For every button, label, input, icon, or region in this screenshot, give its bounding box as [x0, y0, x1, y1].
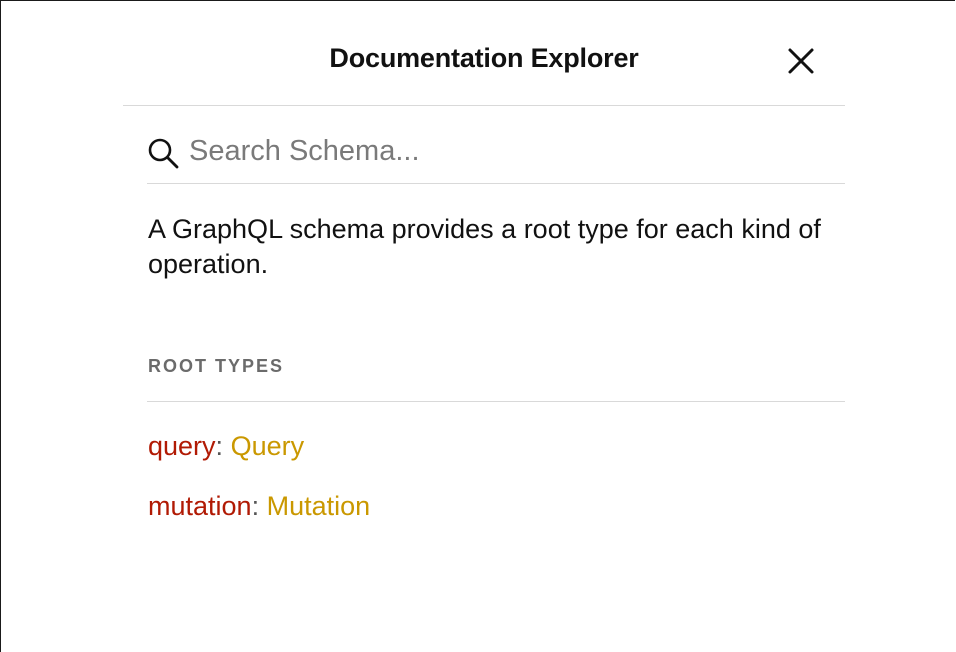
- schema-description: A GraphQL schema provides a root type fo…: [148, 214, 821, 279]
- field-separator: :: [251, 491, 267, 521]
- root-type-query: query: Query: [148, 430, 304, 462]
- doc-explorer-panel: Documentation Explorer A GraphQL schema …: [0, 0, 955, 652]
- doc-explorer-header: Documentation Explorer: [123, 1, 845, 106]
- search-bar: [147, 106, 845, 184]
- type-name-link[interactable]: Query: [231, 431, 305, 461]
- root-type-mutation: mutation: Mutation: [148, 490, 370, 522]
- root-types-heading: ROOT TYPES: [148, 356, 285, 376]
- page-title: Documentation Explorer: [329, 43, 639, 73]
- search-icon: [147, 137, 181, 171]
- field-separator: :: [215, 431, 231, 461]
- field-name-link[interactable]: query: [148, 431, 216, 461]
- section-divider: [147, 401, 845, 402]
- type-name-link[interactable]: Mutation: [267, 491, 371, 521]
- field-name-link[interactable]: mutation: [148, 491, 252, 521]
- search-input[interactable]: [189, 132, 829, 170]
- close-icon[interactable]: [783, 43, 819, 79]
